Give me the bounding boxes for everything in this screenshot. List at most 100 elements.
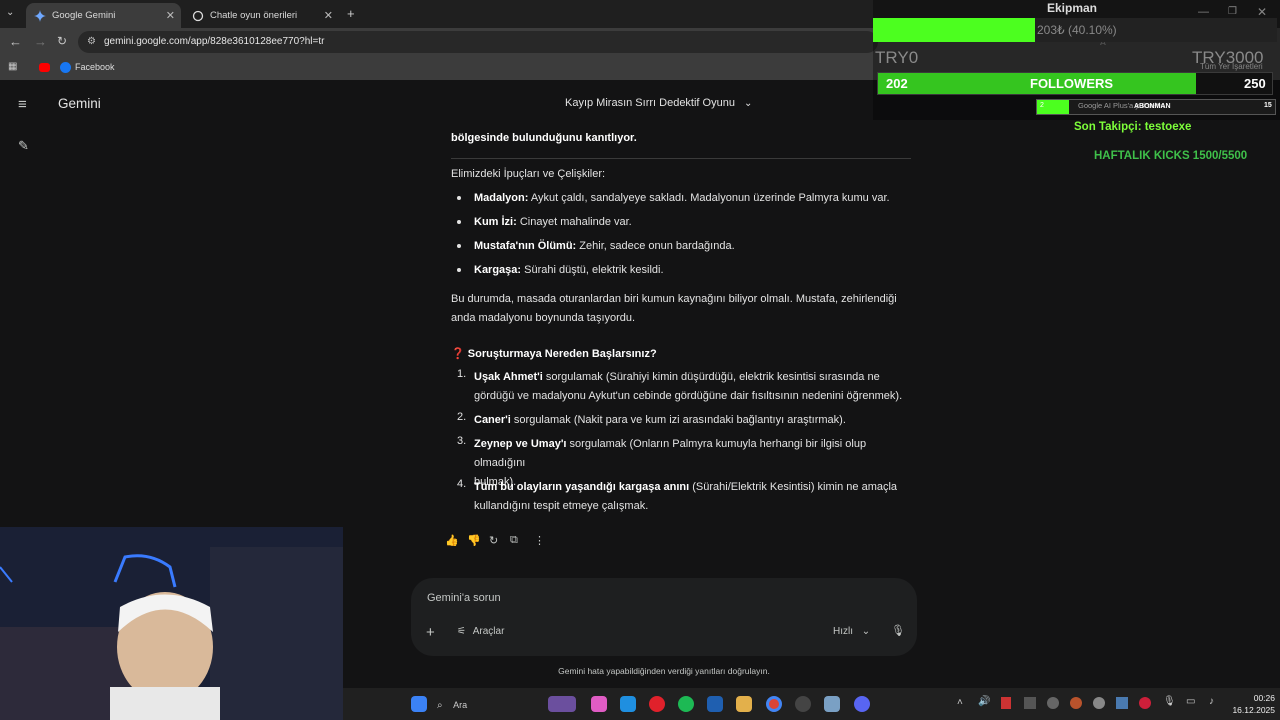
forward-icon[interactable]: → <box>34 34 47 49</box>
search-icon: ⌕ <box>437 700 443 711</box>
prompt-input[interactable]: Gemini'a sorun <box>427 592 501 604</box>
tab-list-icon[interactable]: ⌄ <box>6 7 14 18</box>
address-bar[interactable]: ⚙ gemini.google.com/app/828e3610128ee770… <box>78 31 1108 53</box>
obs-icon[interactable] <box>795 696 811 712</box>
equipment-progress-fill <box>873 18 1035 42</box>
widget-icon[interactable] <box>548 696 576 712</box>
tray-app-icon[interactable] <box>1001 697 1011 709</box>
step-number: 3. <box>457 435 467 447</box>
thumbs-up-icon[interactable]: 👍 <box>445 534 459 547</box>
close-tab-icon[interactable]: ✕ <box>324 9 333 22</box>
chatgpt-icon <box>192 10 204 22</box>
clock-time[interactable]: 00:26 <box>1221 693 1275 703</box>
chevron-down-icon: ⌄ <box>861 626 871 637</box>
copy-icon[interactable]: ⧉ <box>510 534 518 547</box>
new-chat-icon[interactable]: ✎ <box>18 138 29 154</box>
close-tab-icon[interactable]: ✕ <box>166 9 175 22</box>
list-item: Mustafa'nın Ölümü: Zehir, sadece onun ba… <box>474 240 735 252</box>
bullet <box>457 268 461 272</box>
thumbs-down-icon[interactable]: 👎 <box>467 534 481 547</box>
sub-current: 2 <box>1040 102 1044 109</box>
paragraph-line: Bu durumda, masada oturanlardan biri kum… <box>451 293 897 305</box>
volume-icon[interactable]: 🔊 <box>978 696 990 707</box>
followers-label: FOLLOWERS <box>1030 76 1114 91</box>
clock-date[interactable]: 16.12.2025 <box>1215 705 1275 715</box>
search-placeholder: Ara <box>453 700 468 710</box>
store-icon[interactable] <box>707 696 723 712</box>
tab-google-gemini[interactable]: Google Gemini ✕ <box>26 3 181 28</box>
microphone-tray-icon[interactable]: 🎙 <box>1163 696 1176 707</box>
url-text: gemini.google.com/app/828e3610128ee770?h… <box>104 36 325 47</box>
tools-label: Araçlar <box>472 626 505 637</box>
list-item: Madalyon: Aykut çaldı, sandalyeye saklad… <box>474 192 890 204</box>
microphone-icon[interactable]: 🎙 <box>891 624 905 637</box>
tab-label: Chatle oyun önerileri <box>210 10 298 21</box>
equipment-value: 203₺ (40.10%) <box>1037 23 1117 37</box>
windows-taskbar: ⌕ Ara ˄ 🔊 🎙 ▭ ♪ 00:26 16.12.2025 <box>343 688 1280 720</box>
mode-selector[interactable]: Hızlı ⌄ <box>833 626 870 637</box>
tray-app-icon[interactable] <box>1024 697 1036 709</box>
equipment-title: Ekipman <box>1047 1 1098 15</box>
regenerate-icon[interactable]: ↻ <box>489 534 498 547</box>
new-tab-icon[interactable]: + <box>347 6 355 21</box>
step-number: 4. <box>457 478 467 490</box>
paragraph-line: anda madalyonu boynunda taşıyordu. <box>451 312 636 324</box>
tray-app-icon[interactable] <box>1116 697 1128 709</box>
webcam-image <box>0 527 343 720</box>
step-item: Caner'i sorgulamak (Nakit para ve kum iz… <box>474 414 846 426</box>
conversation-title[interactable]: Kayıp Mirasın Sırrı Dedektif Oyunu ⌄ <box>565 97 752 109</box>
edge-icon[interactable] <box>620 696 636 712</box>
menu-icon[interactable]: ≡ <box>18 96 27 113</box>
gemini-icon <box>34 9 46 22</box>
list-item: Kum İzi: Cinayet mahalinde var. <box>474 216 632 228</box>
copilot-icon[interactable] <box>591 696 607 712</box>
windows-start-icon[interactable] <box>411 696 427 712</box>
equipment-min: TRY0 <box>875 48 919 67</box>
tray-app-icon[interactable] <box>1093 697 1105 709</box>
file-explorer-icon[interactable] <box>736 696 752 712</box>
tray-overflow-icon[interactable]: ˄ <box>957 697 963 708</box>
tray-app-icon[interactable] <box>1047 697 1059 709</box>
paragraph: Bu durumda, masada oturanlardan biri kum… <box>451 290 913 328</box>
sound-icon[interactable]: ♪ <box>1209 696 1214 707</box>
sub-label: ABONMAN <box>1134 103 1171 110</box>
tray-app-icon[interactable] <box>1070 697 1082 709</box>
sub-goal: 15 <box>1264 102 1272 109</box>
taskbar-search[interactable]: ⌕ Ara <box>437 695 537 713</box>
bullet <box>457 244 461 248</box>
more-options-icon[interactable]: ⋮ <box>534 534 545 547</box>
discord-icon[interactable] <box>854 696 870 712</box>
mode-label: Hızlı <box>833 626 853 637</box>
step-item: Uşak Ahmet'i sorgulamak (Sürahiyi kimin … <box>474 371 903 402</box>
tools-button[interactable]: ⚟ Araçlar <box>457 626 504 637</box>
bullet <box>457 220 461 224</box>
last-follower: Son Takipçi: testoexe <box>1074 121 1192 133</box>
app-icon[interactable] <box>824 696 840 712</box>
question-mark-icon: ❓ <box>451 348 465 360</box>
chrome-icon[interactable] <box>766 696 782 712</box>
network-icon[interactable]: ▭ <box>1186 696 1195 707</box>
step-number: 2. <box>457 411 467 423</box>
tab-chatle[interactable]: Chatle oyun önerileri ✕ <box>184 3 339 28</box>
step-number: 1. <box>457 368 467 380</box>
site-info-icon[interactable]: ⚙ <box>87 31 96 53</box>
back-icon[interactable]: ← <box>9 34 22 49</box>
list-item: Kargaşa: Sürahi düştü, elektrik kesildi. <box>474 264 664 276</box>
prompt-box: Gemini'a sorun + ⚟ Araçlar Hızlı ⌄ 🎙 <box>411 578 917 656</box>
equipment-max: TRY3000 <box>1192 48 1264 67</box>
weekly-kicks: HAFTALIK KICKS 1500/5500 <box>1094 150 1248 162</box>
chevron-down-icon: ⌄ <box>744 98 753 109</box>
apps-grid-icon[interactable]: ▦ <box>8 61 17 72</box>
reload-icon[interactable]: ↻ <box>57 34 67 48</box>
spotify-icon[interactable] <box>678 696 694 712</box>
app-title: Gemini <box>58 96 101 111</box>
youtube-icon[interactable] <box>39 63 50 72</box>
bookmark-facebook[interactable]: Facebook <box>75 62 115 72</box>
media-player-icon[interactable] <box>649 696 665 712</box>
webcam-feed <box>0 527 343 720</box>
followers-goal: 250 <box>1244 76 1266 91</box>
tray-app-icon[interactable] <box>1139 697 1151 709</box>
conversation-title-text: Kayıp Mirasın Sırrı Dedektif Oyunu <box>565 97 735 109</box>
add-icon[interactable]: + <box>426 624 435 641</box>
bullet <box>457 196 461 200</box>
